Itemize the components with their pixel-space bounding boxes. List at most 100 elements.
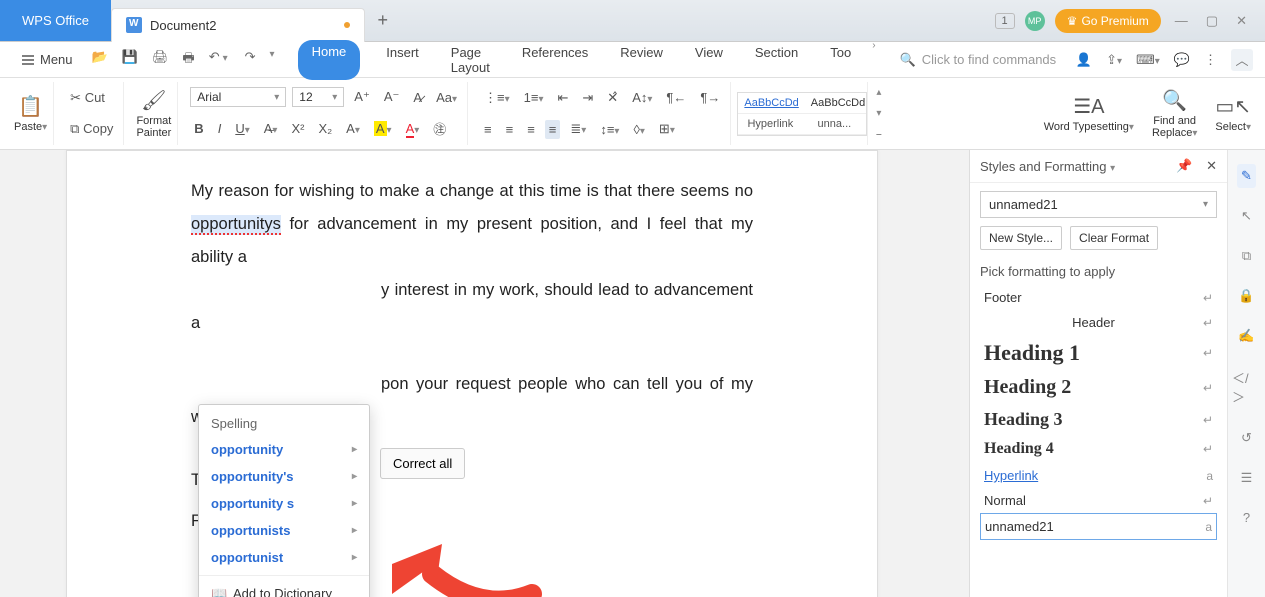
change-case-icon[interactable]: Aa▾ [432,88,461,107]
avatar[interactable]: MP [1025,11,1045,31]
strike-button[interactable]: A̶▾ [260,119,282,138]
tabs-overflow-icon[interactable]: › [872,40,875,80]
command-search[interactable]: 🔍 Click to find commands [900,52,1072,68]
layout-icon[interactable]: ☰ [1237,466,1257,490]
clear-format-icon[interactable]: A̷ [409,88,426,107]
maximize-button[interactable]: ▢ [1202,13,1222,29]
style-item-heading3[interactable]: Heading 3↵ [980,404,1217,435]
suggestion-item[interactable]: opportunist▸ [199,544,369,571]
style-item-heading2[interactable]: Heading 2↵ [980,371,1217,404]
sort-icon[interactable]: ✕̂ [603,88,622,108]
history-icon[interactable]: ↺ [1237,426,1256,450]
suggestion-item[interactable]: opportunity's▸ [199,463,369,490]
superscript-button[interactable]: X² [287,119,308,138]
distribute-icon[interactable]: ≣▾ [566,119,590,139]
page[interactable]: My reason for wishing to make a change a… [66,150,878,597]
close-button[interactable]: ✕ [1232,13,1251,29]
font-color-button[interactable]: A▾ [402,119,424,138]
tab-tools[interactable]: Tools [824,40,852,80]
phonetic-guide-icon[interactable]: ㊟ [429,117,450,140]
app-tab[interactable]: WPS Office [0,0,111,41]
shading-icon[interactable]: ◊▾ [629,120,648,139]
undo-icon[interactable]: ↶▾ [206,46,234,74]
qat-more-icon[interactable]: ▾ [267,46,278,74]
style-item-footer[interactable]: Footer↵ [980,285,1217,310]
cloud-icon[interactable]: ⌨▾ [1136,52,1160,68]
style-item-heading1[interactable]: Heading 1↵ [980,335,1217,371]
document-tab[interactable]: Document2 [111,8,365,42]
find-replace-button[interactable]: Find and Replace▾ [1152,115,1197,139]
select-button[interactable]: Select▾ [1215,121,1251,133]
word-typesetting-button[interactable]: Word Typesetting▾ [1044,121,1134,133]
tab-references[interactable]: References [516,40,594,80]
italic-button[interactable]: I [214,119,226,138]
comment-icon[interactable]: 💬 [1174,52,1190,68]
underline-button[interactable]: U▾ [231,119,253,138]
edit-tool-icon[interactable]: ✎ [1237,164,1256,188]
lock-icon[interactable]: 🔒 [1234,284,1258,308]
tab-insert[interactable]: Insert [380,40,425,80]
shrink-font-icon[interactable]: A⁻ [380,87,404,107]
paste-icon[interactable]: 📋 [18,94,43,119]
select-tool-icon[interactable]: ↖ [1237,204,1256,228]
suggestion-item[interactable]: opportunity s▸ [199,490,369,517]
current-style-select[interactable]: unnamed21▾ [980,191,1217,218]
select-icon[interactable]: ▭↖ [1215,94,1251,119]
subscript-button[interactable]: X₂ [314,119,336,138]
styles-more-icon[interactable]: ⎯ [876,129,881,140]
styles-panel-title[interactable]: Styles and Formatting ▾ [980,159,1115,174]
style-item-header[interactable]: Header↵ [980,310,1217,335]
style-item-heading4[interactable]: Heading 4↵ [980,435,1217,463]
tab-review[interactable]: Review [614,40,669,80]
print-preview-icon[interactable]: 🖶 [179,46,197,74]
font-name-select[interactable]: Arial▾ [190,87,286,107]
tab-section[interactable]: Section [749,40,804,80]
line-spacing-icon[interactable]: ↕≡▾ [596,120,623,139]
ltr-icon[interactable]: ¶← [662,88,690,107]
code-icon[interactable]: ＜/＞ [1228,364,1265,410]
tab-page-layout[interactable]: Page Layout [445,40,496,80]
paragraph[interactable]: My reason for wishing to make a change a… [191,175,753,274]
copy-button[interactable]: ⧉ Copy [66,119,117,139]
text-effects-icon[interactable]: A▾ [342,119,364,138]
panel-close-icon[interactable]: ✕ [1206,158,1217,173]
typesetting-icon[interactable]: ☰A [1073,94,1104,119]
redo-icon[interactable]: ↷ [242,46,259,74]
bullets-icon[interactable]: ⋮≡▾ [480,88,514,108]
suggestion-item[interactable]: opportunists▸ [199,517,369,544]
tab-counter[interactable]: 1 [995,13,1015,29]
bold-button[interactable]: B [190,119,207,138]
justify-icon[interactable]: ≡ [545,120,561,139]
clipboard-tool-icon[interactable]: ⧉ [1238,244,1255,268]
borders-icon[interactable]: ⊞▾ [655,119,679,139]
style-item-unnamed21[interactable]: unnamed21a [980,513,1217,540]
go-premium-button[interactable]: ♛Go Premium [1055,9,1161,33]
highlight-button[interactable]: A▾ [370,119,396,138]
styles-prev-icon[interactable]: ▴ [876,87,881,98]
increase-indent-icon[interactable]: ⇥ [578,88,597,108]
paste-button[interactable]: Paste▾ [14,121,47,133]
paragraph[interactable]: y interest in my work, should lead to ad… [191,274,753,340]
text-direction-icon[interactable]: A↕▾ [628,88,656,107]
tab-view[interactable]: View [689,40,729,80]
font-size-select[interactable]: 12▾ [292,87,344,107]
align-left-icon[interactable]: ≡ [480,120,496,139]
save-icon[interactable]: 💾 [119,46,141,74]
style-item-normal[interactable]: Normal↵ [980,488,1217,513]
numbering-icon[interactable]: 1≡▾ [520,88,548,107]
share-icon[interactable]: 👤 [1076,52,1092,68]
style-item-hyperlink[interactable]: Hyperlinka [980,463,1217,488]
open-icon[interactable]: 📂 [89,46,111,74]
add-to-dictionary[interactable]: 📖Add to Dictionary [199,580,369,597]
help-icon[interactable]: ? [1239,506,1254,529]
format-painter-button[interactable]: Format Painter [136,115,171,139]
find-icon[interactable]: 🔍 [1162,88,1187,113]
collapse-ribbon-icon[interactable]: ︿ [1231,49,1253,71]
cut-button[interactable]: ✂ Cut [66,88,117,108]
print-icon[interactable]: 🖨 [149,46,172,74]
export-icon[interactable]: ⇪▾ [1106,52,1122,68]
suggestion-item[interactable]: opportunity▸ [199,436,369,463]
styles-next-icon[interactable]: ▾ [876,108,881,119]
styles-gallery-box[interactable]: AaBbCcDd AaBbCcDd Hyperlink unna... [737,92,867,136]
correct-all-button[interactable]: Correct all [380,448,465,479]
